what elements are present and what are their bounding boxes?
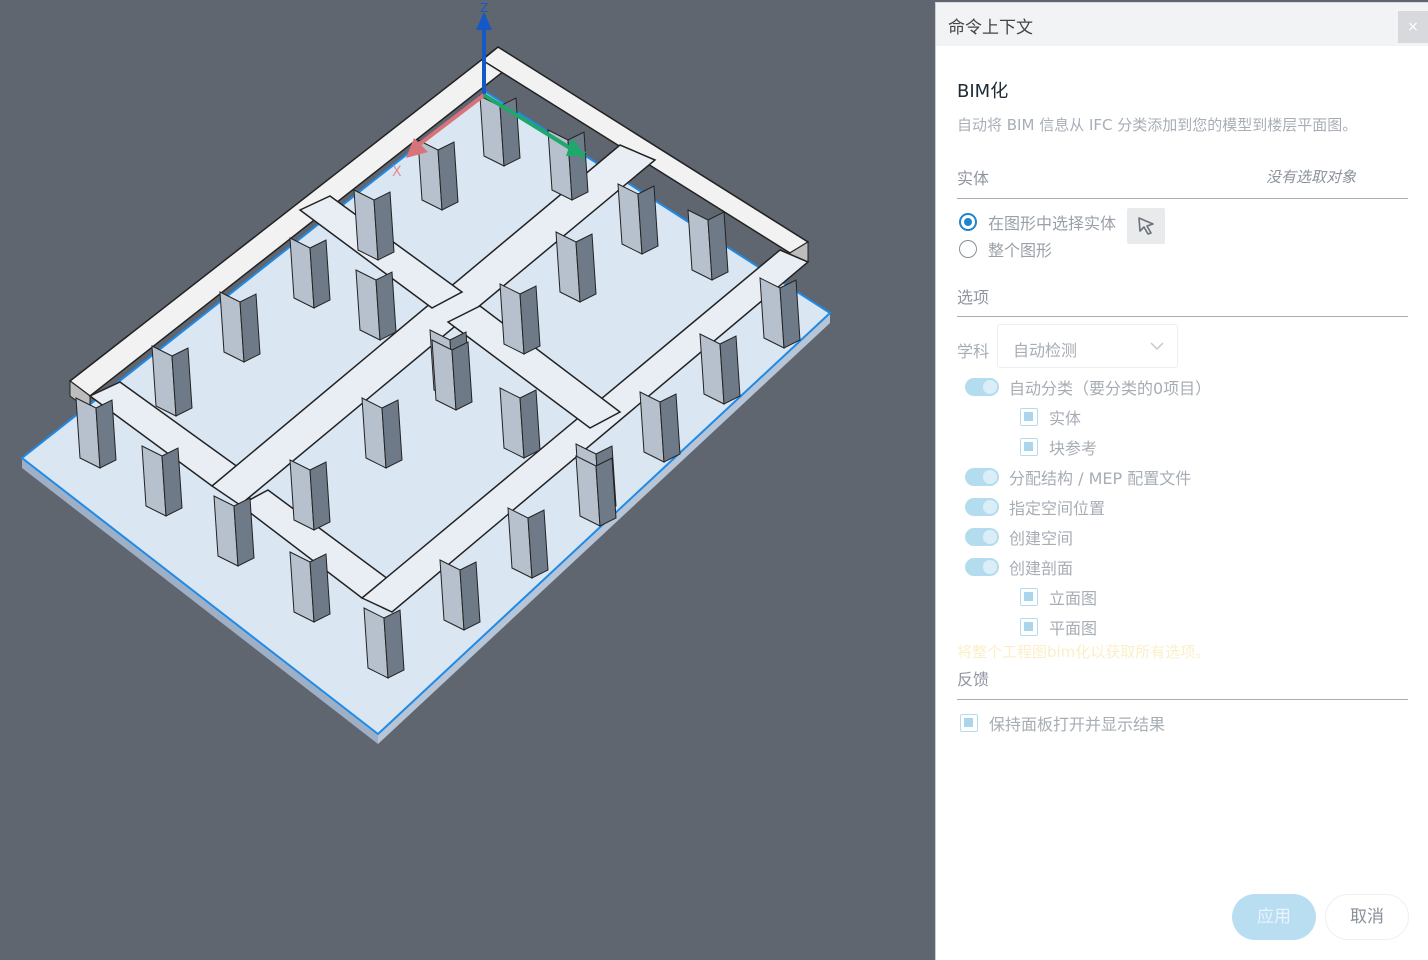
x-axis-label: X [392, 164, 402, 180]
selection-status: 没有选取对象 [1266, 168, 1357, 186]
bimify-warning: 将整个工程图bim化以获取所有选项。 [957, 643, 1211, 661]
toggle-create-section-label: 创建剖面 [1009, 559, 1074, 578]
column-side [161, 447, 183, 517]
column-side [451, 341, 473, 411]
radio-unchecked-icon[interactable] [959, 240, 977, 258]
column-side [659, 393, 681, 463]
options-section-label: 选项 [957, 288, 990, 307]
toggle-create-space[interactable]: 创建空间 [965, 525, 1073, 549]
column-side [309, 461, 331, 531]
column-side [437, 141, 459, 211]
column-side [373, 191, 395, 261]
column-side [383, 609, 405, 679]
radio-select-in-drawing-label: 在图形中选择实体 [988, 214, 1117, 233]
toggle-switch[interactable] [965, 378, 999, 396]
checkbox-icon[interactable] [1020, 438, 1038, 456]
cancel-button[interactable]: 取消 [1325, 894, 1409, 940]
check-elevation-label: 立面图 [1049, 589, 1098, 608]
radio-select-in-drawing[interactable]: 在图形中选择实体 [959, 210, 1116, 234]
checkbox-icon[interactable] [1020, 618, 1038, 636]
column-side [459, 561, 481, 631]
feedback-section-label: 反馈 [957, 670, 990, 689]
column-side [309, 239, 331, 309]
column-side [779, 279, 801, 349]
radio-whole-drawing[interactable]: 整个图形 [959, 237, 1052, 261]
column-side [375, 271, 397, 341]
toggle-create-space-label: 创建空间 [1009, 529, 1074, 548]
discipline-select[interactable]: 自动检测 [997, 324, 1178, 368]
column-side [575, 233, 597, 303]
radio-whole-drawing-label: 整个图形 [988, 241, 1053, 260]
column-side [519, 389, 541, 459]
options-divider [957, 316, 1408, 317]
radio-checked-icon[interactable] [959, 213, 977, 231]
column-side [519, 285, 541, 355]
toggle-switch[interactable] [965, 498, 999, 516]
feedback-divider [957, 699, 1408, 700]
column-side [239, 293, 261, 363]
check-entity[interactable]: 实体 [1020, 405, 1081, 429]
column-side [171, 347, 193, 417]
checkbox-icon[interactable] [960, 714, 978, 732]
check-keep-panel-open-label: 保持面板打开并显示结果 [989, 715, 1166, 734]
model-canvas[interactable]: Z X Y [0, 0, 936, 960]
toggle-switch[interactable] [965, 528, 999, 546]
panel-header-title: 命令上下文 [948, 18, 1033, 38]
command-context-panel: 命令上下文 × BIM化 自动将 BIM 信息从 IFC 分类添加到您的模型到楼… [935, 2, 1428, 960]
toggle-auto-classify[interactable]: 自动分类（要分类的0项目） [965, 375, 1211, 399]
column-side [95, 399, 117, 469]
z-axis-label: Z [480, 1, 488, 15]
checkbox-icon[interactable] [1020, 588, 1038, 606]
column-side [595, 457, 617, 527]
toggle-assign-space[interactable]: 指定空间位置 [965, 495, 1105, 519]
column-side [719, 335, 741, 405]
column-side [637, 185, 659, 255]
check-elevation[interactable]: 立面图 [1020, 585, 1097, 609]
entities-section-label: 实体 [957, 169, 990, 188]
pick-entities-button[interactable] [1127, 208, 1165, 244]
entities-divider [957, 198, 1408, 199]
toggle-assign-space-label: 指定空间位置 [1009, 499, 1106, 518]
check-entity-label: 实体 [1049, 409, 1082, 428]
model-viewport[interactable]: Z X Y [0, 0, 936, 960]
cursor-select-icon [1138, 217, 1154, 235]
y-axis-label: Y [577, 150, 587, 166]
column-side [527, 509, 549, 579]
discipline-select-value: 自动检测 [1013, 341, 1078, 360]
toggle-switch[interactable] [965, 468, 999, 486]
column-side [309, 553, 331, 623]
apply-button[interactable]: 应用 [1232, 894, 1316, 940]
discipline-label: 学科 [957, 342, 990, 361]
close-button[interactable]: × [1398, 11, 1428, 43]
check-plan[interactable]: 平面图 [1020, 615, 1097, 639]
chevron-down-icon [1150, 342, 1164, 351]
panel-description: 自动将 BIM 信息从 IFC 分类添加到您的模型到楼层平面图。 [957, 116, 1358, 134]
checkbox-icon[interactable] [1020, 408, 1038, 426]
column-side [707, 211, 729, 281]
column-side [381, 399, 403, 469]
toggle-auto-classify-label: 自动分类（要分类的0项目） [1009, 379, 1212, 398]
toggle-create-section[interactable]: 创建剖面 [965, 555, 1073, 579]
toggle-assign-profile[interactable]: 分配结构 / MEP 配置文件 [965, 465, 1191, 489]
check-block-reference-label: 块参考 [1049, 439, 1098, 458]
check-plan-label: 平面图 [1049, 619, 1098, 638]
check-keep-panel-open[interactable]: 保持面板打开并显示结果 [960, 711, 1165, 735]
toggle-switch[interactable] [965, 558, 999, 576]
column-side [233, 497, 255, 567]
panel-header: 命令上下文 × [936, 3, 1428, 46]
panel-title: BIM化 [957, 81, 1009, 102]
toggle-assign-profile-label: 分配结构 / MEP 配置文件 [1009, 469, 1192, 488]
check-block-reference[interactable]: 块参考 [1020, 435, 1097, 459]
